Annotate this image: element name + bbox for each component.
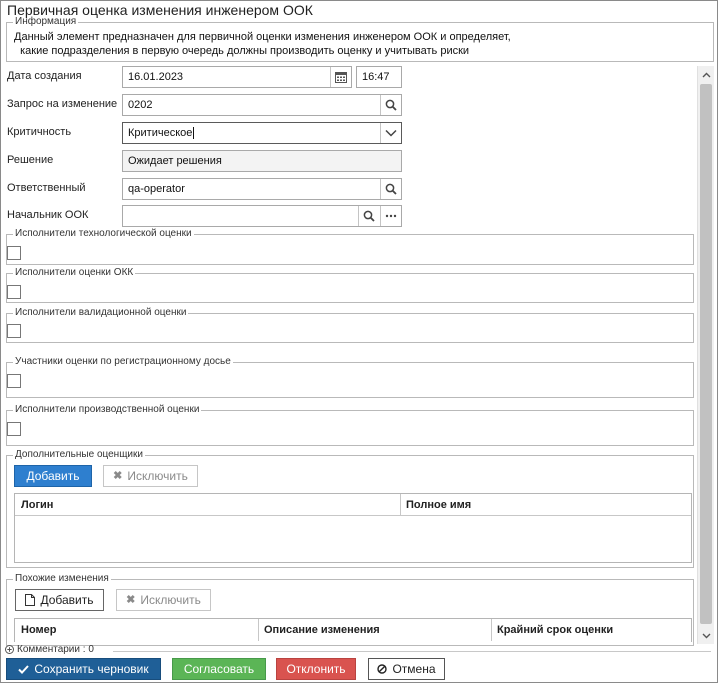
chevron-up-icon — [702, 72, 711, 77]
decision-label: Решение — [7, 154, 54, 166]
close-icon: ✖ — [126, 594, 136, 606]
close-icon: ✖ — [113, 470, 123, 482]
comments-toggle[interactable]: Комментарии : 0 — [5, 644, 94, 655]
reject-button[interactable]: Отклонить — [276, 658, 356, 680]
cancel-button[interactable]: Отмена — [368, 658, 445, 680]
similar-grid-header: Номер Описание изменения Крайний срок оц… — [15, 619, 691, 641]
responsible-label: Ответственный — [7, 182, 86, 194]
cancel-icon — [377, 664, 388, 674]
save-draft-button[interactable]: Сохранить черновик — [6, 658, 161, 680]
ook-head-search-button[interactable] — [358, 206, 379, 226]
additional-exclude-label: Исключить — [127, 469, 188, 483]
approve-button[interactable]: Согласовать — [172, 658, 266, 680]
scrollbar-thumb[interactable] — [700, 84, 712, 624]
calendar-button[interactable] — [330, 67, 351, 87]
okk-group-legend: Исполнители оценки ОКК — [15, 267, 134, 278]
search-icon — [385, 183, 397, 195]
ook-head-label: Начальник ООК — [7, 209, 89, 221]
validation-group: Исполнители валидационной оценки — [6, 308, 694, 343]
info-line-2: какие подразделения в первую очередь дол… — [14, 45, 470, 57]
created-time-value: 16:47 — [362, 71, 390, 83]
document-icon — [25, 594, 36, 606]
additional-grid-header: Логин Полное имя — [15, 494, 691, 516]
ook-head-more-button[interactable] — [380, 206, 401, 226]
created-time-input[interactable]: 16:47 — [356, 66, 402, 88]
criticality-label: Критичность — [7, 126, 72, 138]
similar-add-label: Добавить — [40, 593, 94, 607]
similar-col-deadline[interactable]: Крайний срок оценки — [491, 619, 613, 641]
additional-add-button[interactable]: Добавить — [14, 465, 92, 487]
criticality-dropdown-button[interactable] — [380, 123, 401, 143]
info-line-1: Данный элемент предназначен для первично… — [14, 31, 511, 43]
created-date-value: 16.01.2023 — [128, 71, 184, 83]
production-group: Исполнители производственной оценки — [6, 405, 694, 446]
change-request-search-button[interactable] — [380, 95, 401, 115]
save-draft-label: Сохранить черновик — [34, 662, 149, 676]
reg-dossier-group-legend: Участники оценки по регистрационному дос… — [15, 356, 231, 367]
reject-label: Отклонить — [286, 662, 346, 676]
info-text: Данный элемент предназначен для первично… — [14, 30, 511, 58]
expand-plus-icon — [5, 645, 14, 654]
search-icon — [385, 99, 397, 111]
criticality-select[interactable]: Критическое — [122, 122, 402, 144]
reg-dossier-group: Участники оценки по регистрационному дос… — [6, 357, 694, 398]
tech-group: Исполнители технологической оценки — [6, 229, 694, 265]
approve-label: Согласовать — [183, 662, 255, 676]
okk-group-checkbox[interactable] — [7, 285, 21, 299]
comments-divider — [113, 651, 711, 652]
additional-add-label: Добавить — [26, 469, 80, 483]
additional-assessors-legend: Дополнительные оценщики — [15, 449, 143, 460]
created-label: Дата создания — [7, 70, 82, 82]
chevron-down-icon — [702, 633, 711, 638]
similar-changes-legend: Похожие изменения — [15, 573, 109, 584]
similar-col-number[interactable]: Номер — [15, 619, 57, 641]
comments-label: Комментарии : 0 — [17, 644, 94, 655]
tech-group-checkbox[interactable] — [7, 246, 21, 260]
change-request-input[interactable]: 0202 — [122, 94, 402, 116]
ook-head-input[interactable] — [122, 205, 402, 227]
chevron-down-icon — [385, 129, 397, 137]
scroll-up-button[interactable] — [698, 66, 715, 83]
criticality-value: Критическое — [128, 127, 193, 139]
decision-value: Ожидает решения — [128, 155, 222, 167]
production-group-checkbox[interactable] — [7, 422, 21, 436]
responsible-search-button[interactable] — [380, 179, 401, 199]
search-icon — [363, 210, 375, 222]
tech-group-legend: Исполнители технологической оценки — [15, 228, 192, 239]
additional-exclude-button[interactable]: ✖ Исключить — [103, 465, 198, 487]
responsible-value: qa-operator — [128, 183, 185, 195]
additional-col-fullname[interactable]: Полное имя — [400, 494, 471, 516]
created-date-input[interactable]: 16.01.2023 — [122, 66, 352, 88]
cancel-label: Отмена — [392, 662, 436, 676]
responsible-input[interactable]: qa-operator — [122, 178, 402, 200]
similar-col-description[interactable]: Описание изменения — [258, 619, 380, 641]
info-legend: Информация — [15, 16, 77, 27]
dialog-window: Первичная оценка изменения инженером ООК… — [0, 0, 718, 683]
similar-add-button[interactable]: Добавить — [15, 589, 104, 611]
change-request-label: Запрос на изменение — [7, 98, 118, 110]
validation-group-legend: Исполнители валидационной оценки — [15, 307, 187, 318]
similar-exclude-label: Исключить — [140, 593, 201, 607]
additional-col-login[interactable]: Логин — [15, 494, 53, 516]
decision-field: Ожидает решения — [122, 150, 402, 172]
more-icon — [385, 214, 397, 218]
validation-group-checkbox[interactable] — [7, 324, 21, 338]
okk-group: Исполнители оценки ОКК — [6, 268, 694, 303]
similar-exclude-button[interactable]: ✖ Исключить — [116, 589, 211, 611]
checkmark-icon — [18, 664, 30, 674]
additional-grid[interactable]: Логин Полное имя — [14, 493, 692, 563]
calendar-icon — [335, 72, 347, 83]
vertical-scrollbar[interactable] — [697, 66, 714, 644]
scroll-down-button[interactable] — [698, 627, 715, 644]
production-group-legend: Исполнители производственной оценки — [15, 404, 200, 415]
change-request-value: 0202 — [128, 99, 153, 111]
reg-dossier-group-checkbox[interactable] — [7, 374, 21, 388]
similar-grid[interactable]: Номер Описание изменения Крайний срок оц… — [14, 618, 692, 642]
